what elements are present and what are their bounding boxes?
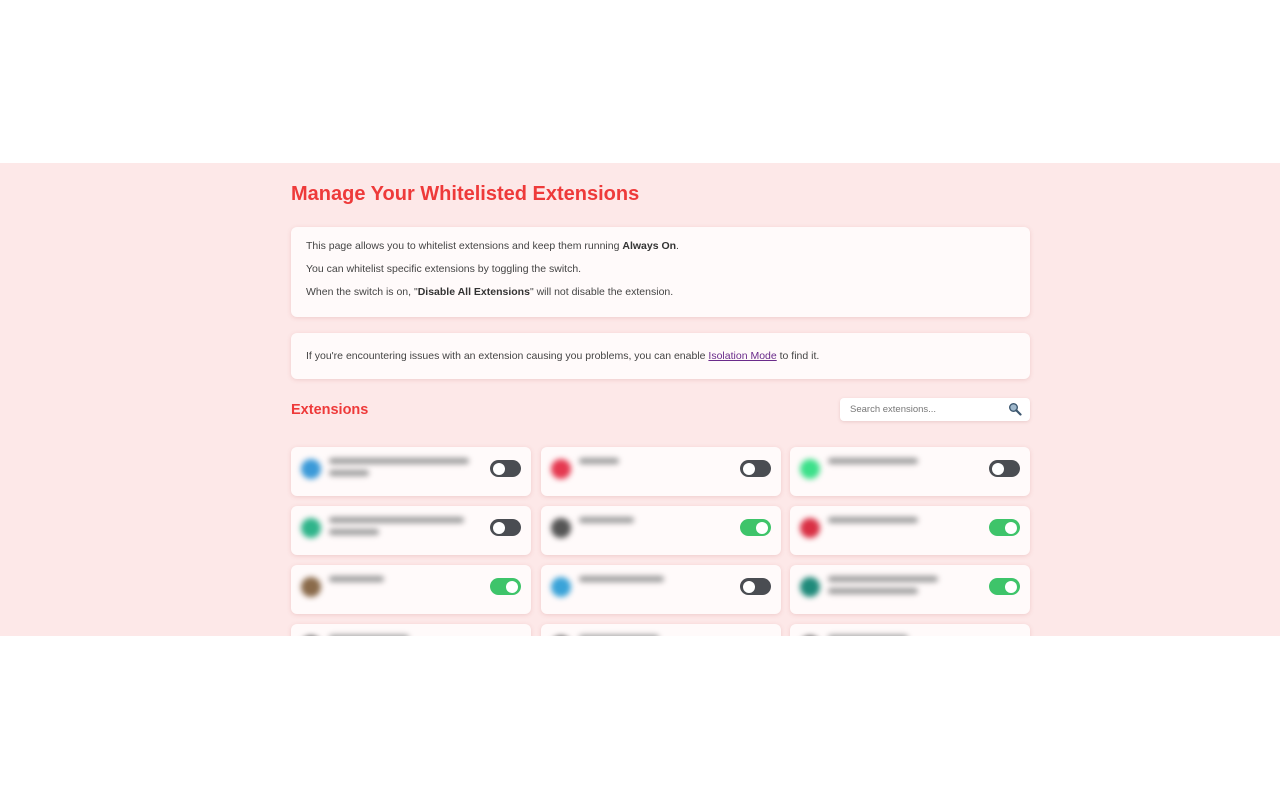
extension-icon bbox=[800, 459, 820, 479]
extension-icon bbox=[800, 518, 820, 538]
toggle-wrapper bbox=[490, 519, 521, 539]
toggle-wrapper bbox=[989, 460, 1020, 480]
extension-card bbox=[541, 565, 781, 614]
extension-name bbox=[579, 576, 729, 588]
extension-name bbox=[828, 458, 978, 470]
toggle-wrapper bbox=[989, 578, 1020, 598]
toggle-wrapper bbox=[490, 578, 521, 598]
toggle-wrapper bbox=[740, 578, 771, 598]
extension-icon bbox=[301, 518, 321, 538]
info-line-1: This page allows you to whitelist extens… bbox=[306, 240, 679, 252]
toggle-wrapper bbox=[989, 519, 1020, 539]
search-box bbox=[840, 398, 1030, 421]
extension-card bbox=[291, 506, 531, 555]
toggle-knob bbox=[1005, 580, 1017, 593]
search-icon[interactable] bbox=[1008, 402, 1022, 416]
extension-name bbox=[329, 517, 479, 541]
extension-toggle[interactable] bbox=[989, 519, 1020, 536]
toggle-knob bbox=[493, 462, 505, 475]
extension-toggle[interactable] bbox=[989, 578, 1020, 595]
toggle-knob bbox=[493, 521, 505, 534]
extensions-heading: Extensions bbox=[291, 402, 369, 418]
extension-card bbox=[291, 565, 531, 614]
toggle-knob bbox=[1005, 521, 1017, 534]
extension-toggle[interactable] bbox=[490, 578, 521, 595]
extension-toggle[interactable] bbox=[740, 519, 771, 536]
extension-card bbox=[790, 565, 1030, 614]
extension-toggle[interactable] bbox=[740, 578, 771, 595]
info-card: This page allows you to whitelist extens… bbox=[291, 227, 1030, 317]
extension-name bbox=[329, 635, 479, 636]
extension-name bbox=[579, 517, 729, 529]
disable-all-text: Disable All Extensions bbox=[417, 286, 530, 298]
extension-icon bbox=[551, 518, 571, 538]
toggle-knob bbox=[992, 462, 1004, 475]
toggle-wrapper bbox=[740, 460, 771, 480]
extension-name bbox=[828, 517, 978, 529]
extension-card bbox=[541, 624, 781, 636]
toggle-wrapper bbox=[740, 519, 771, 539]
extension-card bbox=[790, 506, 1030, 555]
extension-card bbox=[291, 624, 531, 636]
extension-name bbox=[579, 635, 729, 636]
isolation-card: If you're encountering issues with an ex… bbox=[291, 333, 1030, 379]
info-line-2: You can whitelist specific extensions by… bbox=[306, 263, 582, 275]
extension-toggle[interactable] bbox=[740, 460, 771, 477]
toggle-knob bbox=[506, 580, 518, 593]
toggle-knob bbox=[743, 462, 755, 475]
extension-card bbox=[291, 447, 531, 496]
extension-icon bbox=[301, 577, 321, 597]
always-on-text: Always On bbox=[622, 240, 677, 252]
extension-toggle[interactable] bbox=[989, 460, 1020, 477]
page-title: Manage Your Whitelisted Extensions bbox=[291, 183, 640, 205]
extension-card bbox=[790, 447, 1030, 496]
isolation-mode-link[interactable]: Isolation Mode bbox=[708, 350, 776, 362]
extension-name bbox=[579, 458, 729, 470]
extension-icon bbox=[301, 459, 321, 479]
toggle-wrapper bbox=[490, 460, 521, 480]
extension-icon bbox=[551, 577, 571, 597]
extension-name bbox=[828, 635, 978, 636]
extension-card bbox=[541, 447, 781, 496]
extension-name bbox=[329, 458, 479, 482]
extension-icon bbox=[551, 459, 571, 479]
extension-card bbox=[541, 506, 781, 555]
toggle-knob bbox=[756, 521, 768, 534]
info-line-3: When the switch is on, "Disable All Exte… bbox=[306, 286, 674, 298]
extension-icon bbox=[800, 577, 820, 597]
search-input[interactable] bbox=[850, 398, 1000, 421]
extension-toggle[interactable] bbox=[490, 460, 521, 477]
extension-name bbox=[329, 576, 479, 588]
extension-name bbox=[828, 576, 978, 600]
toggle-knob bbox=[743, 580, 755, 593]
extension-card bbox=[790, 624, 1030, 636]
main-content: Manage Your Whitelisted Extensions This … bbox=[0, 163, 1280, 636]
extension-toggle[interactable] bbox=[490, 519, 521, 536]
